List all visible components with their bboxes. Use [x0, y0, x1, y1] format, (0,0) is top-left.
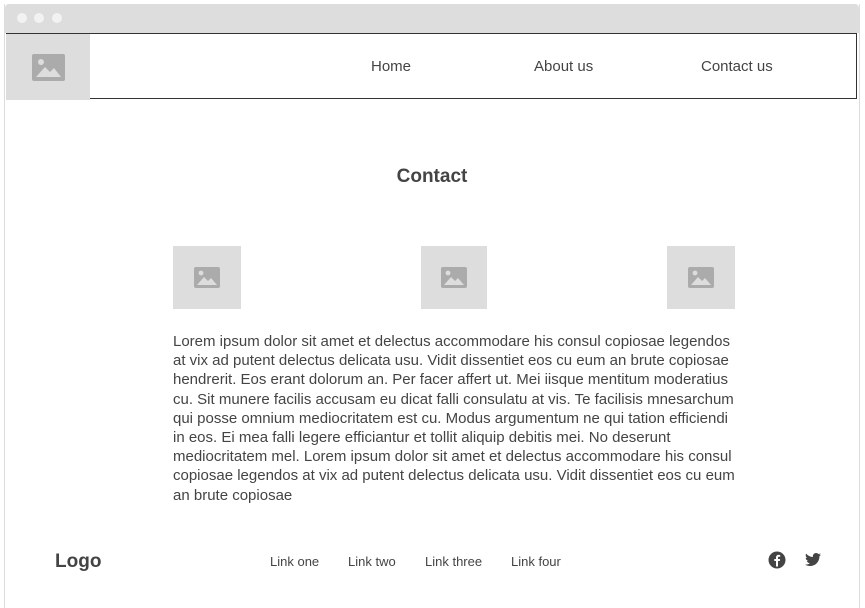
twitter-icon[interactable]	[804, 551, 822, 569]
nav-link-home[interactable]: Home	[371, 58, 411, 75]
browser-window: Home About us Contact us Contact Lorem i…	[4, 4, 860, 608]
nav-link-about-us[interactable]: About us	[534, 58, 593, 75]
window-dot-icon	[52, 13, 62, 23]
page-title: Contact	[396, 166, 468, 187]
image-placeholder-icon	[194, 267, 220, 288]
footer-link-three[interactable]: Link three	[425, 554, 482, 569]
footer-logo[interactable]: Logo	[55, 551, 101, 573]
image-placeholder	[421, 246, 487, 309]
image-placeholder-icon	[441, 267, 467, 288]
image-placeholder	[667, 246, 735, 309]
nav-link-contact-us[interactable]: Contact us	[701, 58, 773, 75]
footer-link-four[interactable]: Link four	[511, 554, 561, 569]
image-placeholder	[173, 246, 241, 309]
top-navbar: Home About us Contact us	[6, 33, 857, 100]
window-dot-icon	[17, 13, 27, 23]
facebook-icon[interactable]	[768, 551, 786, 569]
window-titlebar	[5, 4, 859, 33]
site-logo-placeholder[interactable]	[6, 34, 90, 100]
image-placeholder-icon	[31, 53, 65, 81]
body-paragraph: Lorem ipsum dolor sit amet et delectus a…	[173, 333, 735, 504]
footer-link-two[interactable]: Link two	[348, 554, 396, 569]
footer-link-one[interactable]: Link one	[270, 554, 319, 569]
window-dot-icon	[34, 13, 44, 23]
image-placeholder-icon	[688, 267, 714, 288]
